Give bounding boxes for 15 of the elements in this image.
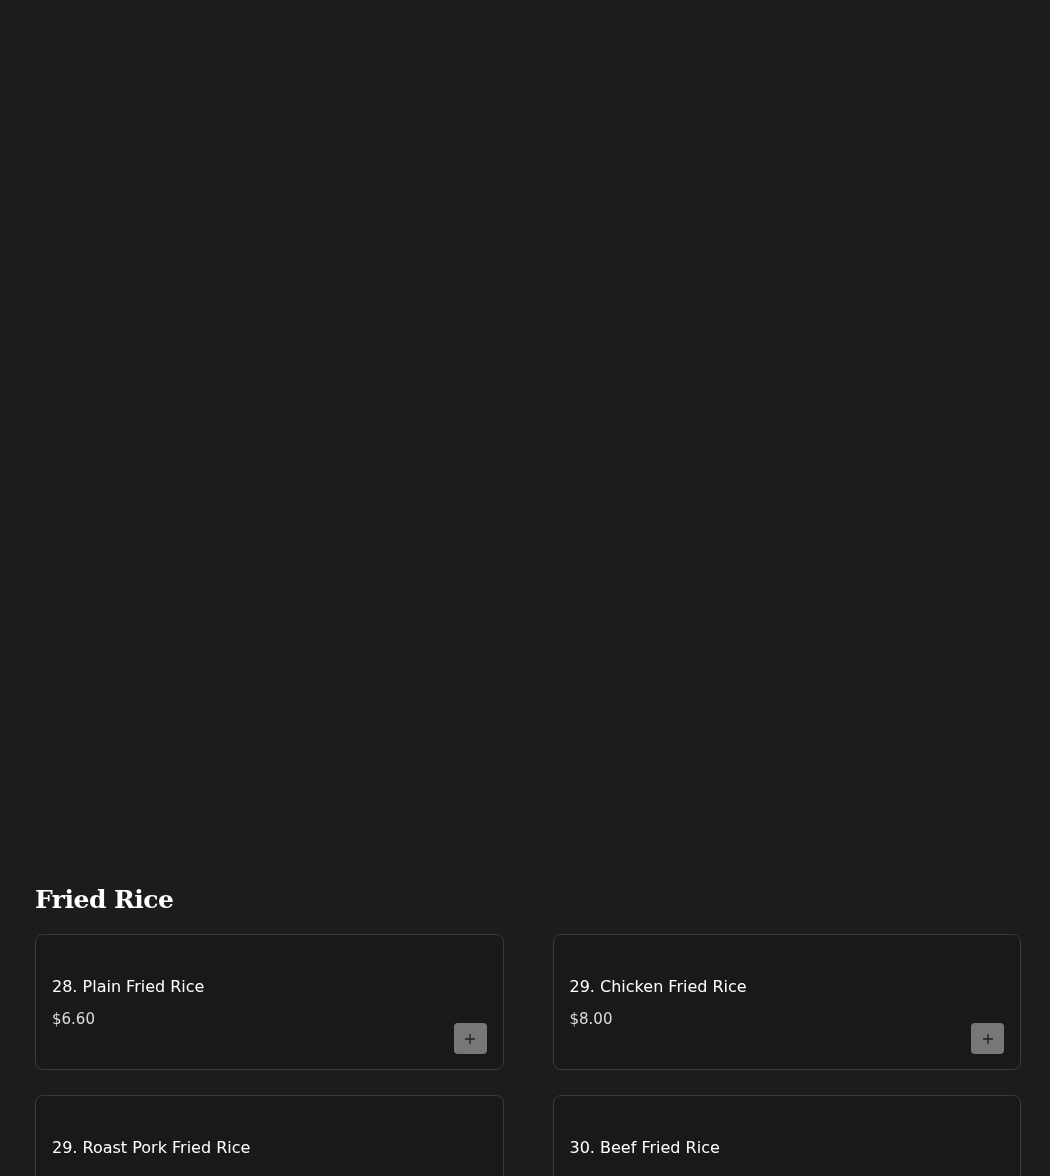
menu-item-card[interactable]: 28. Plain Fried Rice $6.60: [35, 934, 504, 1070]
item-price: $6.60: [52, 1010, 96, 1028]
add-button[interactable]: [453, 1023, 487, 1054]
menu-item-card[interactable]: 29. Roast Pork Fried Rice: [35, 1095, 504, 1176]
add-button[interactable]: [971, 1023, 1004, 1054]
item-name: 30. Beef Fried Rice: [569, 1137, 721, 1159]
item-name: 29. Roast Pork Fried Rice: [52, 1137, 252, 1159]
item-name: 28. Plain Fried Rice: [52, 976, 206, 998]
plus-icon: [982, 1033, 993, 1044]
menu-item-card[interactable]: 30. Beef Fried Rice: [552, 1095, 1021, 1176]
item-name: 29. Chicken Fried Rice: [569, 976, 748, 998]
plus-icon: [465, 1033, 475, 1044]
section-title: Fried Rice: [35, 884, 175, 916]
item-price: $8.00: [569, 1010, 614, 1028]
menu-item-card[interactable]: 29. Chicken Fried Rice $8.00: [552, 934, 1021, 1070]
